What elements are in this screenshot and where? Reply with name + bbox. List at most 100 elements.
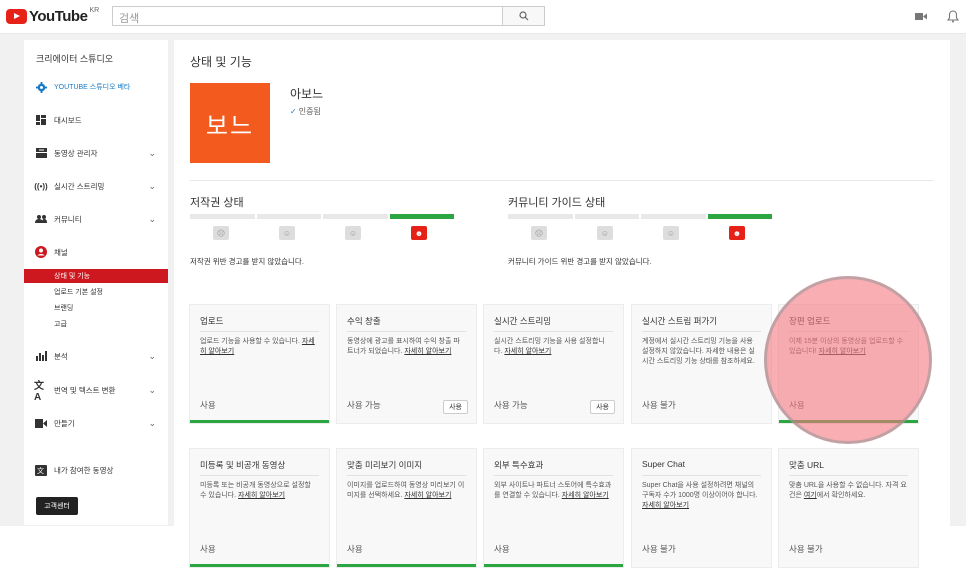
feature-card-divider — [642, 475, 761, 476]
enabled-indicator — [337, 564, 476, 567]
chevron-down-icon[interactable]: ⌄ — [148, 214, 156, 225]
community-status-message: 커뮤니티 가이드 위반 경고를 받지 않았습니다. — [508, 257, 652, 266]
feature-card-description: 실시간 스트리밍 기능을 사용 설정합니다. 자세히 알아보기 — [494, 337, 613, 357]
sidebar-item-studio-beta[interactable]: YOUTUBE 스튜디오 베타 — [24, 78, 168, 96]
feature-card: 외부 특수효과외부 사이트나 파트너 스토어에 특수효과를 연결할 수 있습니다… — [483, 448, 624, 568]
neutral-face-icon: ☺ — [597, 226, 613, 240]
sidebar-item-channel[interactable]: 채널 — [24, 243, 168, 261]
sidebar-item-label: 내가 참여한 동영상 — [54, 465, 114, 475]
feature-card-title: 외부 특수효과 — [494, 460, 544, 470]
page-title: 상태 및 기능 — [190, 55, 252, 69]
learn-more-link[interactable]: 자세히 알아보기 — [562, 492, 609, 499]
sidebar-item-create[interactable]: 만들기 ⌄ — [24, 414, 168, 432]
feature-card-description: 외부 사이트나 파트너 스토어에 특수효과를 연결할 수 있습니다. 자세히 알… — [494, 481, 613, 501]
enabled-indicator — [484, 564, 623, 567]
feature-card-title: Super Chat — [642, 459, 685, 469]
feature-card-status: 사용 — [494, 544, 510, 554]
chevron-down-icon[interactable]: ⌄ — [148, 181, 156, 192]
sidebar-item-video-manager[interactable]: 동영상 관리자 ⌄ — [24, 144, 168, 162]
sidebar-item-dashboard[interactable]: 대시보드 — [24, 111, 168, 129]
channel-name[interactable]: 아보느 — [290, 85, 323, 102]
feature-card-divider — [200, 475, 319, 476]
sidebar-sub-upload-defaults[interactable]: 업로드 기본 설정 — [24, 285, 168, 299]
feature-card-divider — [789, 475, 908, 476]
feature-card-status: 사용 가능 — [347, 400, 381, 410]
learn-more-link[interactable]: 자세히 알아보기 — [404, 348, 451, 355]
chevron-down-icon[interactable]: ⌄ — [148, 351, 156, 362]
chevron-down-icon[interactable]: ⌄ — [148, 418, 156, 429]
neutral-face-icon: ☺ — [345, 226, 361, 240]
enabled-indicator — [190, 420, 329, 423]
search-icon — [518, 11, 528, 21]
avatar[interactable]: 보느 — [190, 83, 270, 163]
feature-card-status: 사용 불가 — [642, 400, 676, 410]
verified-label: 인증됨 — [298, 107, 321, 116]
feature-card-description: 계정에서 실시간 스트리밍 기능을 사용 설정하지 않았습니다. 자세한 내용은… — [642, 337, 761, 367]
help-center-button[interactable]: 고객센터 — [36, 497, 78, 515]
feature-card: 수익 창출 동영상에 광고를 표시하여 수익 창출 파트너가 되었습니다. 자세히… — [336, 304, 477, 424]
sidebar-title[interactable]: 크리에이터 스튜디오 — [36, 52, 113, 65]
feature-card: Super Chat Super Chat을 사용 설정하려면 채널의 구독자 수… — [631, 448, 772, 568]
sad-face-icon: ☹ — [213, 226, 229, 240]
feature-card-divider — [347, 475, 466, 476]
feature-card-title: 미등록 및 비공개 동영상 — [200, 460, 286, 470]
top-bar: YouTube KR 검색 — [0, 0, 966, 34]
translate-icon: 文A — [34, 381, 44, 403]
feature-card: 실시간 스트리밍 실시간 스트리밍 기능을 사용 설정합니다. 자세히 알아보기 사… — [483, 304, 624, 424]
youtube-logo[interactable]: YouTube KR — [6, 7, 99, 25]
contributions-icon: 文 — [34, 464, 48, 476]
chevron-down-icon[interactable]: ⌄ — [148, 385, 156, 396]
enable-button[interactable]: 사용 — [590, 400, 615, 414]
sidebar-item-contributions[interactable]: 文 내가 참여한 동영상 — [24, 461, 168, 479]
verified-status: ✓ 인증됨 — [290, 106, 321, 117]
sidebar-item-analytics[interactable]: 분석 ⌄ — [24, 347, 168, 365]
neutral-face-icon: ☺ — [279, 226, 295, 240]
feature-card-description: 미등록 또는 비공개 동영상으로 설정할 수 있습니다. 자세히 알아보기 — [200, 481, 319, 501]
learn-more-link[interactable]: 자세히 알아보기 — [642, 502, 689, 509]
community-status-bar — [508, 214, 772, 219]
divider — [190, 180, 934, 181]
sidebar-item-translate[interactable]: 文A 번역 및 텍스트 변환 ⌄ — [24, 381, 168, 403]
feature-card-description: Super Chat을 사용 설정하려면 채널의 구독자 수가 1000명 이상… — [642, 481, 761, 511]
feature-card-divider — [642, 331, 761, 332]
chevron-down-icon[interactable]: ⌄ — [148, 148, 156, 159]
community-status: 커뮤니티 가이드 상태 ☹ ☺ ☺ ☻ 커뮤니티 가이드 위반 경고를 받지 않… — [508, 194, 788, 266]
sidebar-sub-branding[interactable]: 브랜딩 — [24, 301, 168, 315]
feature-card-status: 사용 — [200, 400, 216, 410]
sidebar-item-label: 대시보드 — [54, 115, 82, 125]
feature-card: 업로드 업로드 기능을 사용할 수 있습니다. 자세히 알아보기 사용 — [189, 304, 330, 424]
upload-video-icon[interactable] — [913, 9, 929, 23]
sidebar-sub-advanced[interactable]: 고급 — [24, 317, 168, 331]
copyright-status: 저작권 상태 ☹ ☺ ☺ ☻ 저작권 위반 경고를 받지 않았습니다. — [190, 194, 470, 266]
search-button[interactable] — [502, 6, 545, 26]
happy-face-icon: ☻ — [411, 226, 427, 240]
learn-more-link[interactable]: 자세히 알아보기 — [238, 492, 285, 499]
feature-card-status: 사용 — [347, 544, 363, 554]
copyright-status-title: 저작권 상태 — [190, 197, 244, 209]
feature-card: 실시간 스트림 퍼가기계정에서 실시간 스트리밍 기능을 사용 설정하지 않았습… — [631, 304, 772, 424]
logo-text: YouTube — [29, 8, 88, 25]
sidebar-item-live[interactable]: ((•)) 실시간 스트리밍 ⌄ — [24, 177, 168, 195]
feature-card-divider — [347, 331, 466, 332]
live-icon: ((•)) — [34, 181, 48, 191]
feature-card-divider — [200, 331, 319, 332]
feature-card-title: 맞춤 미리보기 이미지 — [347, 460, 423, 470]
learn-more-link[interactable]: 여기 — [804, 492, 817, 499]
learn-more-link[interactable]: 자세히 알아보기 — [504, 348, 551, 355]
bell-icon[interactable] — [945, 9, 961, 23]
feature-card-title: 업로드 — [200, 316, 224, 326]
feature-card-status: 사용 불가 — [789, 544, 823, 554]
sidebar-sub-status[interactable]: 상태 및 기능 — [24, 269, 168, 283]
enable-button[interactable]: 사용 — [443, 400, 468, 414]
learn-more-link[interactable]: 자세히 알아보기 — [404, 492, 451, 499]
video-manager-icon — [34, 147, 48, 159]
search-input[interactable]: 검색 — [112, 6, 503, 26]
sidebar: 크리에이터 스튜디오 YOUTUBE 스튜디오 베타 대시보드 동영상 관리자 … — [24, 40, 168, 525]
feature-card-title: 실시간 스트림 퍼가기 — [642, 316, 718, 326]
svg-text:文: 文 — [37, 466, 44, 475]
sidebar-item-label: 만들기 — [54, 418, 75, 428]
sidebar-item-community[interactable]: 커뮤니티 ⌄ — [24, 210, 168, 228]
feature-card-divider — [494, 475, 613, 476]
highlight-circle — [764, 276, 932, 444]
channel-icon — [34, 246, 48, 258]
